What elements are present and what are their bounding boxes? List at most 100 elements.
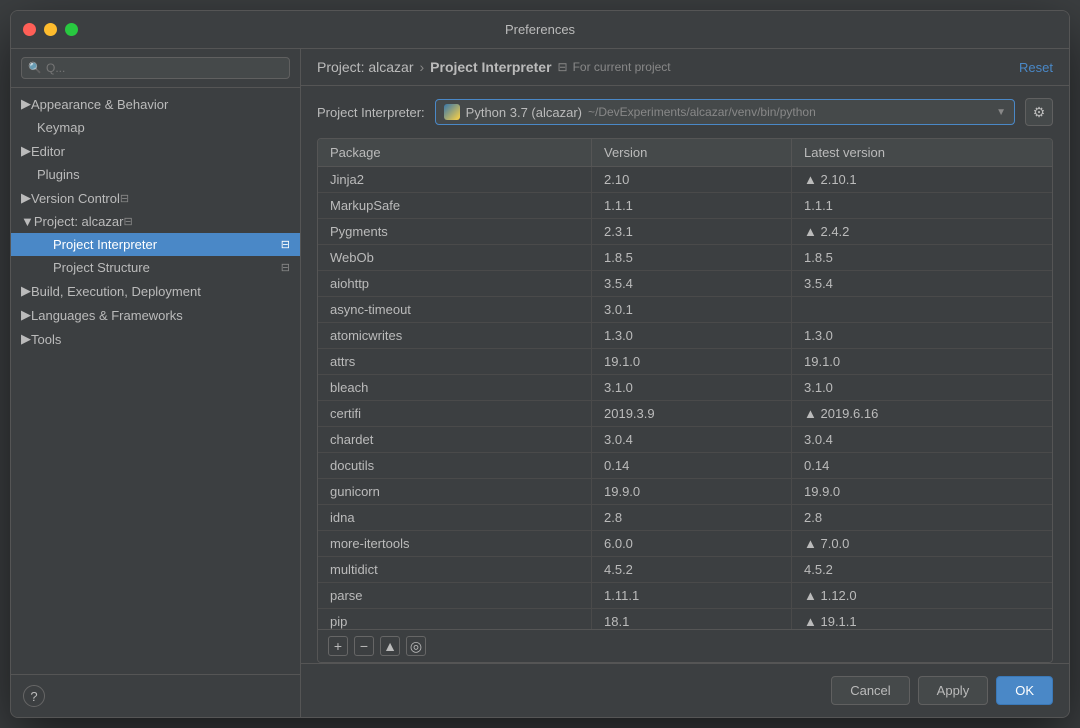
project-badge-icon: ⊟	[123, 215, 132, 228]
cell-package: docutils	[318, 453, 592, 478]
sidebar-item-label: Languages & Frameworks	[31, 308, 183, 323]
cell-version: 6.0.0	[592, 531, 792, 556]
cancel-button[interactable]: Cancel	[831, 676, 909, 705]
table-row[interactable]: certifi2019.3.9▲ 2019.6.16	[318, 401, 1052, 427]
packages-table: Package Version Latest version Jinja22.1…	[317, 138, 1053, 663]
cell-version: 2.10	[592, 167, 792, 192]
cell-latest-version: 0.14	[792, 453, 1052, 478]
window-title: Preferences	[505, 22, 575, 37]
add-package-button[interactable]: +	[328, 636, 348, 656]
cell-package: certifi	[318, 401, 592, 426]
cell-version: 4.5.2	[592, 557, 792, 582]
sidebar-item-plugins[interactable]: Plugins	[11, 163, 300, 186]
search-input[interactable]	[21, 57, 290, 79]
cell-package: aiohttp	[318, 271, 592, 296]
table-row[interactable]: chardet3.0.43.0.4	[318, 427, 1052, 453]
action-buttons: Cancel Apply OK	[301, 663, 1069, 717]
table-row[interactable]: bleach3.1.03.1.0	[318, 375, 1052, 401]
table-row[interactable]: aiohttp3.5.43.5.4	[318, 271, 1052, 297]
table-row[interactable]: MarkupSafe1.1.11.1.1	[318, 193, 1052, 219]
content-area: 🔍 ▶ Appearance & Behavior Keymap ▶ Edito…	[11, 49, 1069, 717]
cell-package: more-itertools	[318, 531, 592, 556]
interpreter-select[interactable]: Python 3.7 (alcazar) ~/DevExperiments/al…	[435, 99, 1015, 125]
sidebar-item-editor[interactable]: ▶ Editor	[11, 139, 300, 163]
cell-latest-version: 1.1.1	[792, 193, 1052, 218]
cell-package: MarkupSafe	[318, 193, 592, 218]
show-details-button[interactable]: ◎	[406, 636, 426, 656]
cell-version: 0.14	[592, 453, 792, 478]
cell-version: 2019.3.9	[592, 401, 792, 426]
table-row[interactable]: Pygments2.3.1▲ 2.4.2	[318, 219, 1052, 245]
cell-package: chardet	[318, 427, 592, 452]
table-footer: + − ▲ ◎	[318, 629, 1052, 662]
maximize-button[interactable]	[65, 23, 78, 36]
cell-version: 1.3.0	[592, 323, 792, 348]
expand-arrow-icon: ▶	[21, 143, 31, 159]
table-row[interactable]: atomicwrites1.3.01.3.0	[318, 323, 1052, 349]
sidebar-item-appearance[interactable]: ▶ Appearance & Behavior	[11, 92, 300, 116]
cell-latest-version: 19.1.0	[792, 349, 1052, 374]
sidebar-item-keymap[interactable]: Keymap	[11, 116, 300, 139]
cell-latest-version: 4.5.2	[792, 557, 1052, 582]
interpreter-path: ~/DevExperiments/alcazar/venv/bin/python	[588, 105, 816, 119]
sidebar-item-project-structure[interactable]: Project Structure ⊟	[11, 256, 300, 279]
cell-version: 3.5.4	[592, 271, 792, 296]
sidebar-bottom-bar: ?	[11, 674, 300, 717]
table-row[interactable]: Jinja22.10▲ 2.10.1	[318, 167, 1052, 193]
preferences-window: Preferences 🔍 ▶ Appearance & Behavior Ke…	[10, 10, 1070, 718]
gear-button[interactable]: ⚙	[1025, 98, 1053, 126]
sidebar-item-build-execution[interactable]: ▶ Build, Execution, Deployment	[11, 279, 300, 303]
cell-package: idna	[318, 505, 592, 530]
table-row[interactable]: parse1.11.1▲ 1.12.0	[318, 583, 1052, 609]
cell-version: 2.8	[592, 505, 792, 530]
help-button[interactable]: ?	[23, 685, 45, 707]
cell-latest-version: 3.1.0	[792, 375, 1052, 400]
table-row[interactable]: attrs19.1.019.1.0	[318, 349, 1052, 375]
breadcrumb-separator: ›	[419, 59, 424, 75]
sidebar-item-project-interpreter[interactable]: Project Interpreter ⊟	[11, 233, 300, 256]
sidebar-item-project-alcazar[interactable]: ▼ Project: alcazar ⊟	[11, 210, 300, 233]
remove-package-button[interactable]: −	[354, 636, 374, 656]
sidebar-item-label: Project Interpreter	[53, 237, 157, 252]
structure-badge-icon: ⊟	[281, 261, 290, 274]
interpreter-row: Project Interpreter: Python 3.7 (alcazar…	[301, 86, 1069, 138]
sidebar-item-label: Appearance & Behavior	[31, 97, 168, 112]
cell-package: atomicwrites	[318, 323, 592, 348]
breadcrumb-project: Project: alcazar	[317, 59, 413, 75]
cell-version: 3.0.1	[592, 297, 792, 322]
interpreter-select-inner: Python 3.7 (alcazar) ~/DevExperiments/al…	[444, 104, 992, 120]
cell-package: attrs	[318, 349, 592, 374]
table-row[interactable]: gunicorn19.9.019.9.0	[318, 479, 1052, 505]
table-row[interactable]: multidict4.5.24.5.2	[318, 557, 1052, 583]
table-row[interactable]: pip18.1▲ 19.1.1	[318, 609, 1052, 629]
cell-latest-version: ▲ 2.10.1	[792, 167, 1052, 192]
table-row[interactable]: async-timeout3.0.1	[318, 297, 1052, 323]
sidebar-item-tools[interactable]: ▶ Tools	[11, 327, 300, 351]
cell-package: Pygments	[318, 219, 592, 244]
minimize-button[interactable]	[44, 23, 57, 36]
close-button[interactable]	[23, 23, 36, 36]
ok-button[interactable]: OK	[996, 676, 1053, 705]
reset-button[interactable]: Reset	[1019, 60, 1053, 75]
expand-arrow-icon: ▼	[21, 214, 34, 229]
cell-package: WebOb	[318, 245, 592, 270]
upgrade-package-button[interactable]: ▲	[380, 636, 400, 656]
sidebar-item-label: Build, Execution, Deployment	[31, 284, 201, 299]
cell-version: 3.0.4	[592, 427, 792, 452]
expand-arrow-icon: ▶	[21, 283, 31, 299]
for-project-text: For current project	[573, 60, 671, 74]
breadcrumb-bar: Project: alcazar › Project Interpreter ⊟…	[301, 49, 1069, 86]
sidebar-item-label: Editor	[31, 144, 65, 159]
apply-button[interactable]: Apply	[918, 676, 989, 705]
table-row[interactable]: idna2.82.8	[318, 505, 1052, 531]
table-row[interactable]: WebOb1.8.51.8.5	[318, 245, 1052, 271]
sidebar-item-label: Version Control	[31, 191, 120, 206]
sidebar-item-label: Plugins	[37, 167, 80, 182]
breadcrumb-current: Project Interpreter	[430, 59, 551, 75]
table-row[interactable]: docutils0.140.14	[318, 453, 1052, 479]
sidebar-item-version-control[interactable]: ▶ Version Control ⊟	[11, 186, 300, 210]
interpreter-label: Project Interpreter:	[317, 105, 425, 120]
table-row[interactable]: more-itertools6.0.0▲ 7.0.0	[318, 531, 1052, 557]
cell-version: 18.1	[592, 609, 792, 629]
sidebar-item-languages-frameworks[interactable]: ▶ Languages & Frameworks	[11, 303, 300, 327]
